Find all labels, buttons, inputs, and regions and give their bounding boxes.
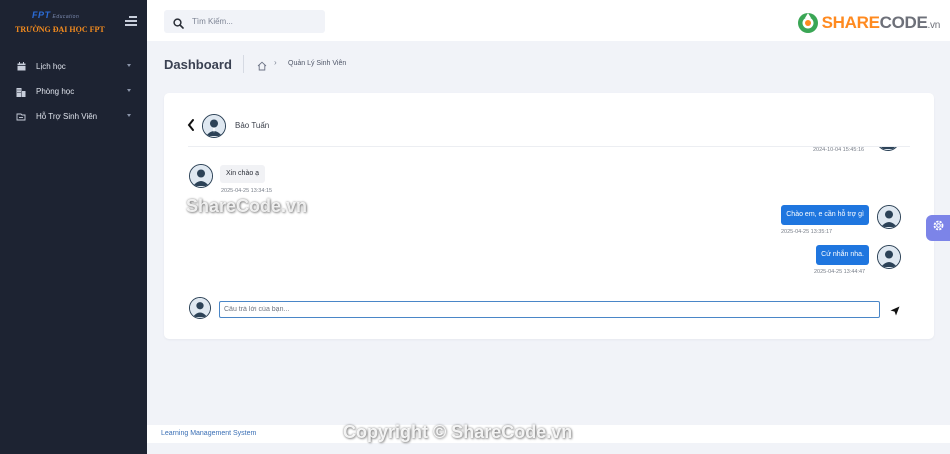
back-arrow-icon[interactable] [186,118,196,132]
logo-text-domain: .vn [927,20,941,31]
sharecode-logo[interactable]: SHARECODE.vn [797,12,940,34]
logo-subtitle: Education [52,14,80,20]
chevron-down-icon [127,64,131,67]
message-bubble-incoming: Xin chào ạ [220,165,266,183]
settings-tab[interactable] [926,215,950,241]
sidebar-item-ho-tro-sinh-vien[interactable]: Hỗ Trợ Sinh Viên [0,104,147,129]
sidebar-item-label: Phòng học [36,87,75,96]
avatar [876,147,900,151]
chevron-down-icon [127,89,131,92]
watermark: ShareCode.vn [186,196,308,216]
building-icon [15,86,27,98]
brand-logo[interactable]: FPT Education TRƯỜNG ĐẠI HỌC FPT [10,8,120,38]
sidebar-item-phong-hoc[interactable]: Phòng học [0,79,147,104]
logo-text-code: CODE [879,13,928,32]
message-time: 2025-04-25 13:44:47 [814,269,866,275]
message-time: 2025-04-25 13:34:15 [221,188,273,194]
sidebar-item-lich-hoc[interactable]: Lịch học [0,54,147,79]
contact-name: Bảo Tuấn [235,121,270,130]
search-input[interactable] [192,17,312,26]
sidebar-item-label: Lịch học [36,62,66,71]
breadcrumb[interactable]: Quản Lý Sinh Viên [288,60,346,67]
fpt-logo: FPT [32,10,51,20]
contact-avatar[interactable] [202,114,226,138]
search-icon[interactable] [173,16,184,29]
bottom-strip [147,443,950,454]
message-time: 2025-04-25 13:35:17 [781,229,833,235]
logo-text-share: SHARE [821,13,880,32]
sidebar-item-label: Hỗ Trợ Sinh Viên [36,112,98,121]
calendar-icon [15,61,27,73]
footer-link[interactable]: Learning Management System [161,430,256,437]
home-icon[interactable] [257,58,267,71]
avatar [877,245,901,269]
message-bubble-outgoing: Cứ nhắn nha. [816,245,869,265]
brand-name: TRƯỜNG ĐẠI HỌC FPT [15,25,105,34]
gear-icon [932,219,945,237]
avatar [189,164,213,188]
copyright-watermark: Copyright © ShareCode.vn [343,422,573,442]
chevron-down-icon [127,114,131,117]
user-avatar [189,297,211,319]
avatar [877,205,901,229]
reply-input[interactable] [219,301,880,318]
message-time: 2024-10-04 15:45:16 [813,147,865,153]
top-bar: SHARECODE.vn [147,0,950,41]
header-divider [243,55,244,73]
support-icon [15,111,27,123]
recycle-logo-icon [797,12,819,34]
search-box [164,10,325,33]
send-icon[interactable] [890,303,900,316]
chevron-right-icon: › [274,58,277,67]
sidebar-menu: Lịch học Phòng học Hỗ Trợ Sinh Viên [0,54,147,129]
sidebar: FPT Education TRƯỜNG ĐẠI HỌC FPT Lịch học… [0,0,147,454]
page-title: Dashboard [164,57,232,72]
menu-toggle-icon[interactable] [125,16,137,26]
message-bubble-outgoing: Chào em, e cần hỗ trợ gì [781,205,869,225]
